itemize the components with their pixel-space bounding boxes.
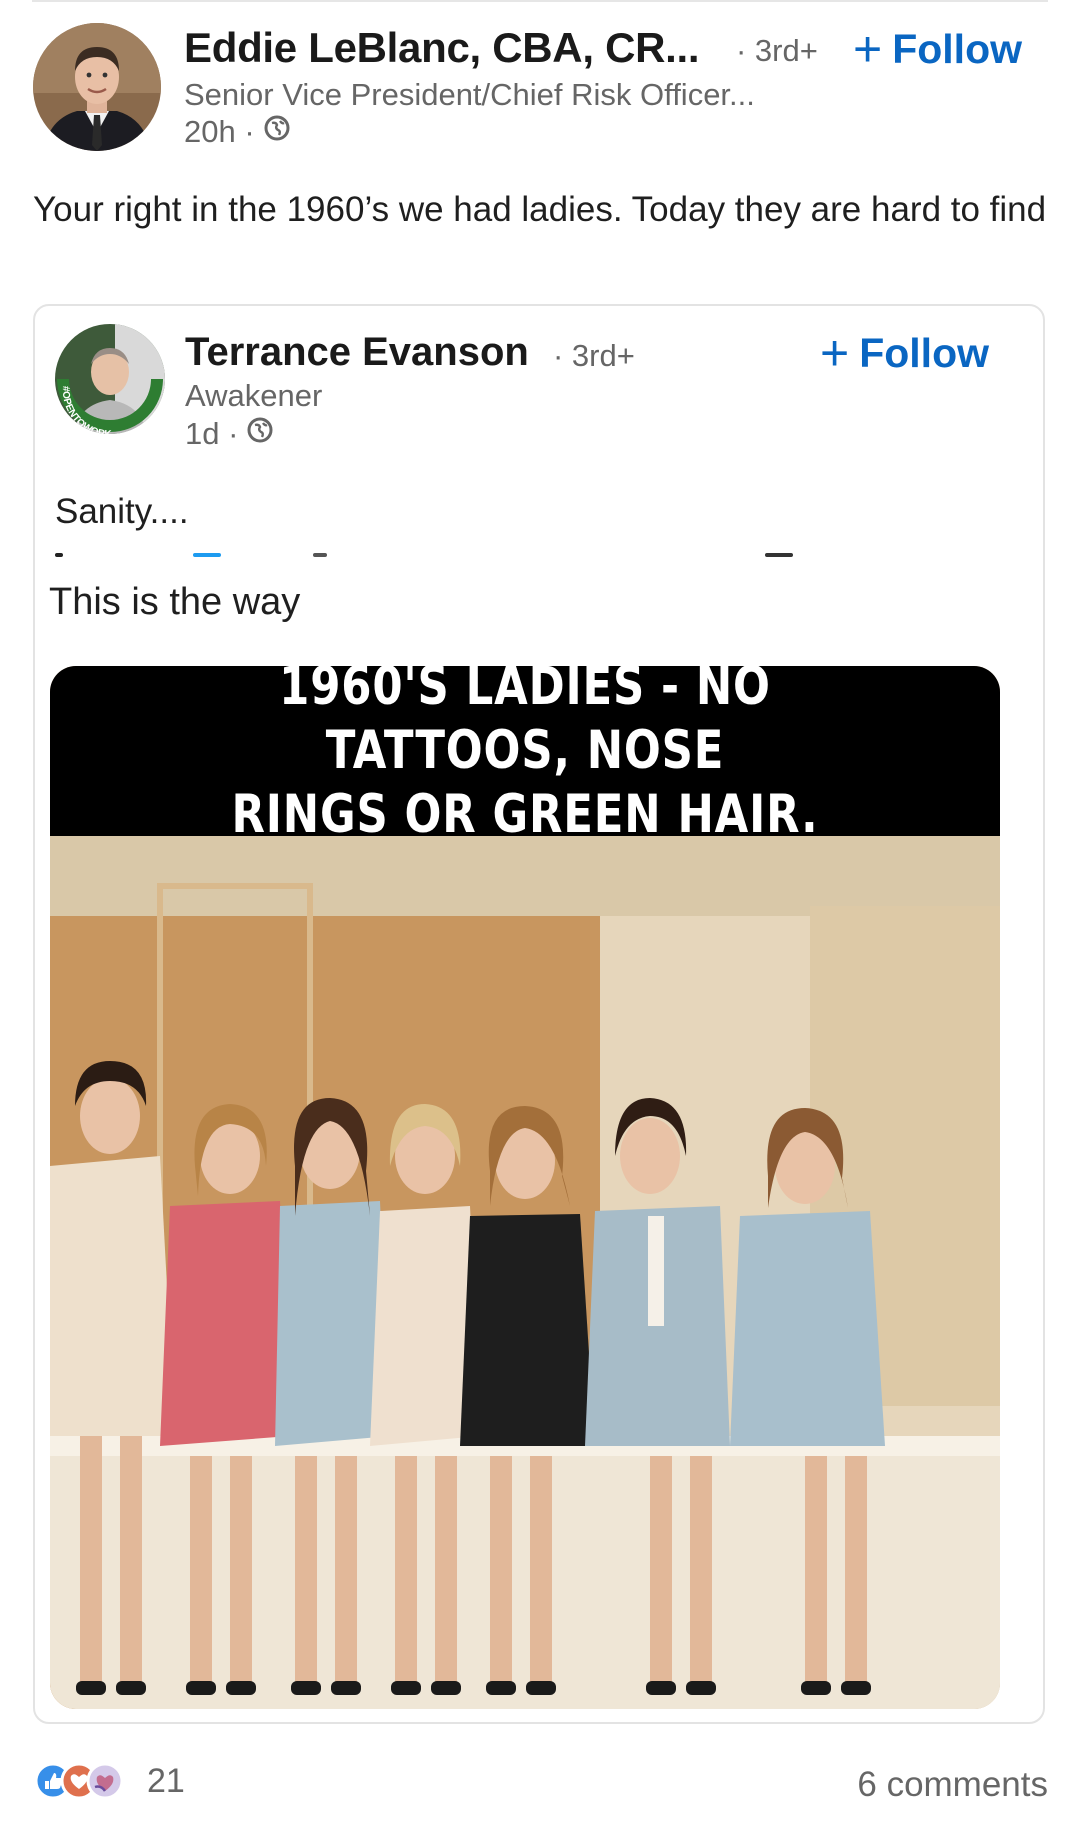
reactions-summary[interactable]: 21 [33, 1761, 185, 1801]
meme-caption-line-1: 1960'S LADIES - NO TATTOOS, NOSE [279, 666, 771, 781]
globe-icon [246, 416, 274, 452]
meme-caption: 1960'S LADIES - NO TATTOOS, NOSE RINGS O… [156, 666, 894, 847]
comments-count[interactable]: 6 comments [857, 1765, 1048, 1805]
meme-image[interactable]: 1960'S LADIES - NO TATTOOS, NOSE RINGS O… [50, 666, 1000, 1709]
support-icon [86, 1762, 124, 1800]
shared-post-card[interactable]: #OPENTOWORK Terrance Evanson · 3rd+ + Fo… [33, 304, 1045, 1724]
author-name[interactable]: Eddie LeBlanc, CBA, CR... [184, 24, 700, 72]
shared-post-timestamp: 1d · [185, 416, 274, 452]
shared-connection-degree: · 3rd+ [553, 338, 635, 373]
plus-icon: + [853, 21, 883, 77]
author-headline: Senior Vice President/Chief Risk Officer… [184, 77, 755, 112]
shared-post-text: Sanity.... [55, 492, 189, 531]
shared-post-time: 1d · [185, 416, 239, 451]
post-body-text: Your right in the 1960’s we had ladies. … [33, 190, 1047, 229]
follow-label: Follow [892, 25, 1023, 72]
shared-post-subtext: This is the way [49, 581, 301, 623]
follow-button[interactable]: + Follow [853, 24, 1022, 74]
connection-degree: · 3rd+ [736, 33, 818, 68]
globe-icon [263, 114, 291, 150]
shared-author-headline: Awakener [185, 378, 323, 413]
reaction-count: 21 [147, 1761, 185, 1800]
shared-follow-label: Follow [859, 329, 990, 376]
plus-icon: + [820, 325, 850, 381]
cropped-text-fragment [765, 553, 793, 557]
shared-follow-button[interactable]: + Follow [820, 328, 989, 378]
shared-author-name[interactable]: Terrance Evanson [185, 330, 529, 375]
shared-author-avatar[interactable]: #OPENTOWORK [55, 324, 165, 434]
top-divider [32, 0, 1048, 2]
meme-photo [50, 836, 1000, 1709]
cropped-text-fragment [313, 553, 327, 557]
author-avatar[interactable] [33, 23, 161, 151]
post-time: 20h · [184, 114, 255, 149]
cropped-text-fragment [55, 553, 63, 557]
cropped-text-fragment [193, 553, 221, 557]
post-timestamp: 20h · [184, 114, 291, 150]
meme-caption-banner: 1960'S LADIES - NO TATTOOS, NOSE RINGS O… [50, 666, 1000, 845]
reaction-icons [34, 1762, 124, 1800]
